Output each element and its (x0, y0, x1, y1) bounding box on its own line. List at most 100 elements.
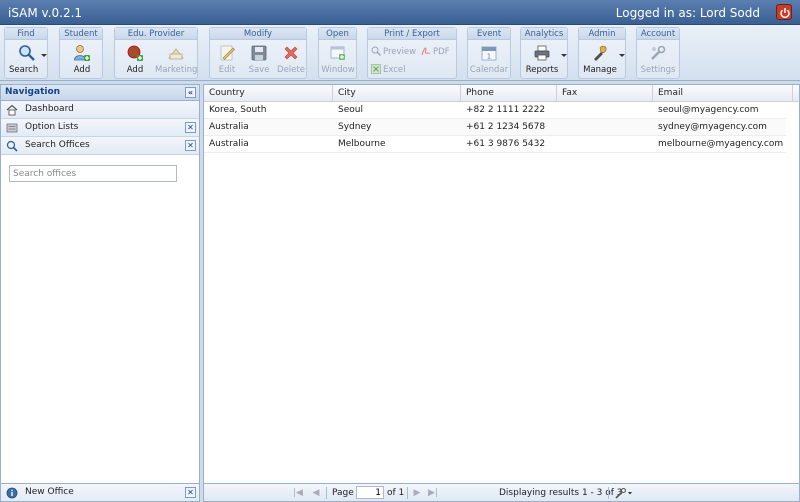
pager-separator (608, 487, 609, 499)
preview-label: Preview (383, 47, 417, 57)
paging-toolbar: |◀ ◀ Page of 1 ▶ ▶| Displaying results 1… (204, 483, 799, 501)
find-group: Find Search (4, 27, 48, 79)
find-group-title: Find (5, 28, 47, 40)
close-option-lists-button[interactable]: ✕ (185, 122, 196, 133)
add-student-label: Add (73, 65, 91, 75)
calendar-label: Calendar (469, 65, 509, 75)
nav-item-option-lists[interactable]: Option Lists ✕ (1, 119, 199, 137)
table-row[interactable]: Korea, South Seoul +82 2 1111 2222 seoul… (204, 102, 786, 119)
analytics-group-title: Analytics (521, 28, 567, 40)
settings-button[interactable]: Settings (638, 43, 678, 77)
column-header-fax[interactable]: Fax (557, 85, 653, 102)
nav-item-search-offices[interactable]: Search Offices ✕ (1, 137, 199, 155)
account-group-title: Account (637, 28, 679, 40)
column-header-phone[interactable]: Phone (461, 85, 557, 102)
pager-separator (407, 487, 408, 499)
save-button[interactable]: Save (244, 43, 274, 77)
edit-label: Edit (218, 65, 236, 75)
reports-dropdown-arrow[interactable] (561, 54, 567, 57)
open-group: Open Window (318, 27, 357, 79)
edu-provider-group: Edu. Provider Add Marketing (114, 27, 198, 79)
nav-item-new-office-label: New Office (25, 487, 74, 497)
nav-item-new-office[interactable]: New Office ✕ (1, 483, 199, 501)
nav-item-dashboard[interactable]: Dashboard (1, 101, 199, 119)
calendar-icon: 1 (481, 46, 497, 61)
open-window-label: Window (321, 65, 355, 75)
delete-x-icon (284, 46, 298, 60)
marketing-button[interactable]: Marketing (155, 43, 197, 77)
grid-tools-icon[interactable] (614, 487, 634, 499)
close-search-offices-button[interactable]: ✕ (185, 140, 196, 151)
page-count-label: of 1 (387, 488, 405, 498)
list-icon (6, 123, 18, 133)
student-group-title: Student (60, 28, 102, 40)
page-number-input[interactable] (356, 486, 384, 499)
open-window-button[interactable]: Window (320, 43, 356, 77)
event-group-title: Event (468, 28, 510, 40)
pdf-button[interactable]: PDF (421, 46, 450, 58)
nav-item-dashboard-label: Dashboard (25, 104, 74, 114)
add-student-button[interactable]: Add (64, 43, 100, 77)
next-page-button[interactable]: ▶ (411, 487, 423, 499)
nav-item-search-offices-label: Search Offices (25, 140, 90, 150)
cell-email: sydney@myagency.com (658, 122, 767, 132)
add-provider-label: Add (126, 65, 144, 75)
collapse-navigation-button[interactable]: « (185, 87, 196, 98)
svg-text:1: 1 (487, 53, 491, 61)
search-offices-input[interactable] (9, 165, 177, 182)
modify-group: Modify Edit Save Delete (209, 27, 307, 79)
cell-country: Korea, South (209, 105, 267, 115)
analytics-group: Analytics Reports (520, 27, 568, 79)
settings-wrench-icon (651, 45, 666, 60)
cell-city: Seoul (338, 105, 363, 115)
cell-fax (557, 102, 562, 118)
cell-phone: +61 2 1234 5678 (466, 122, 546, 132)
edit-button[interactable]: Edit (212, 43, 242, 77)
column-header-country[interactable]: Country (204, 85, 333, 102)
delete-button[interactable]: Delete (276, 43, 306, 77)
previous-page-button[interactable]: ◀ (310, 487, 322, 499)
manage-dropdown-arrow[interactable] (619, 54, 625, 57)
add-provider-button[interactable]: Add (119, 43, 151, 77)
manage-label: Manage (583, 65, 617, 75)
marketing-label: Marketing (155, 65, 198, 75)
print-export-group-title: Print / Export (368, 28, 456, 40)
offices-grid: Country City Phone Fax Email Korea, Sout… (203, 84, 800, 502)
excel-button[interactable]: Excel (371, 64, 406, 76)
add-user-icon (74, 45, 90, 61)
title-bar: iSAM v.0.2.1 Logged in as: Lord Sodd (0, 0, 800, 25)
cell-fax (557, 119, 562, 135)
search-dropdown-arrow[interactable] (41, 54, 47, 57)
column-header-email[interactable]: Email (653, 85, 793, 102)
reports-button[interactable]: Reports (523, 43, 567, 77)
preview-icon (371, 46, 381, 56)
close-new-office-button[interactable]: ✕ (185, 487, 196, 498)
results-status: Displaying results 1 - 3 of 3 (499, 488, 623, 498)
search-button[interactable]: Search (9, 43, 47, 77)
manage-tools-icon (594, 45, 607, 61)
main-toolbar: Find Search Student Add Edu. Provider Ad… (0, 25, 800, 81)
excel-label: Excel (383, 65, 406, 75)
last-page-button[interactable]: ▶| (427, 487, 439, 499)
table-row[interactable]: Australia Sydney +61 2 1234 5678 sydney@… (204, 119, 786, 136)
manage-button[interactable]: Manage (581, 43, 625, 77)
home-icon (6, 104, 18, 116)
first-page-button[interactable]: |◀ (292, 487, 304, 499)
preview-button[interactable]: Preview (371, 46, 416, 58)
magnifier-icon (19, 45, 35, 61)
calendar-button[interactable]: 1 Calendar (469, 43, 509, 77)
table-row[interactable]: Australia Melbourne +61 3 9876 5432 melb… (204, 136, 786, 153)
logged-in-label: Logged in as: Lord Sodd (615, 6, 760, 20)
column-header-city[interactable]: City (333, 85, 461, 102)
floppy-disk-icon (251, 45, 267, 61)
navigation-header: Navigation « (1, 85, 199, 101)
account-group: Account Settings (636, 27, 680, 79)
navigation-title: Navigation (5, 87, 61, 97)
cell-fax (557, 136, 562, 152)
pencil-icon (220, 45, 235, 61)
info-icon (6, 487, 18, 499)
logout-button[interactable] (776, 4, 792, 20)
cell-city: Melbourne (338, 139, 386, 149)
admin-group-title: Admin (579, 28, 625, 40)
marketing-icon (168, 48, 184, 60)
